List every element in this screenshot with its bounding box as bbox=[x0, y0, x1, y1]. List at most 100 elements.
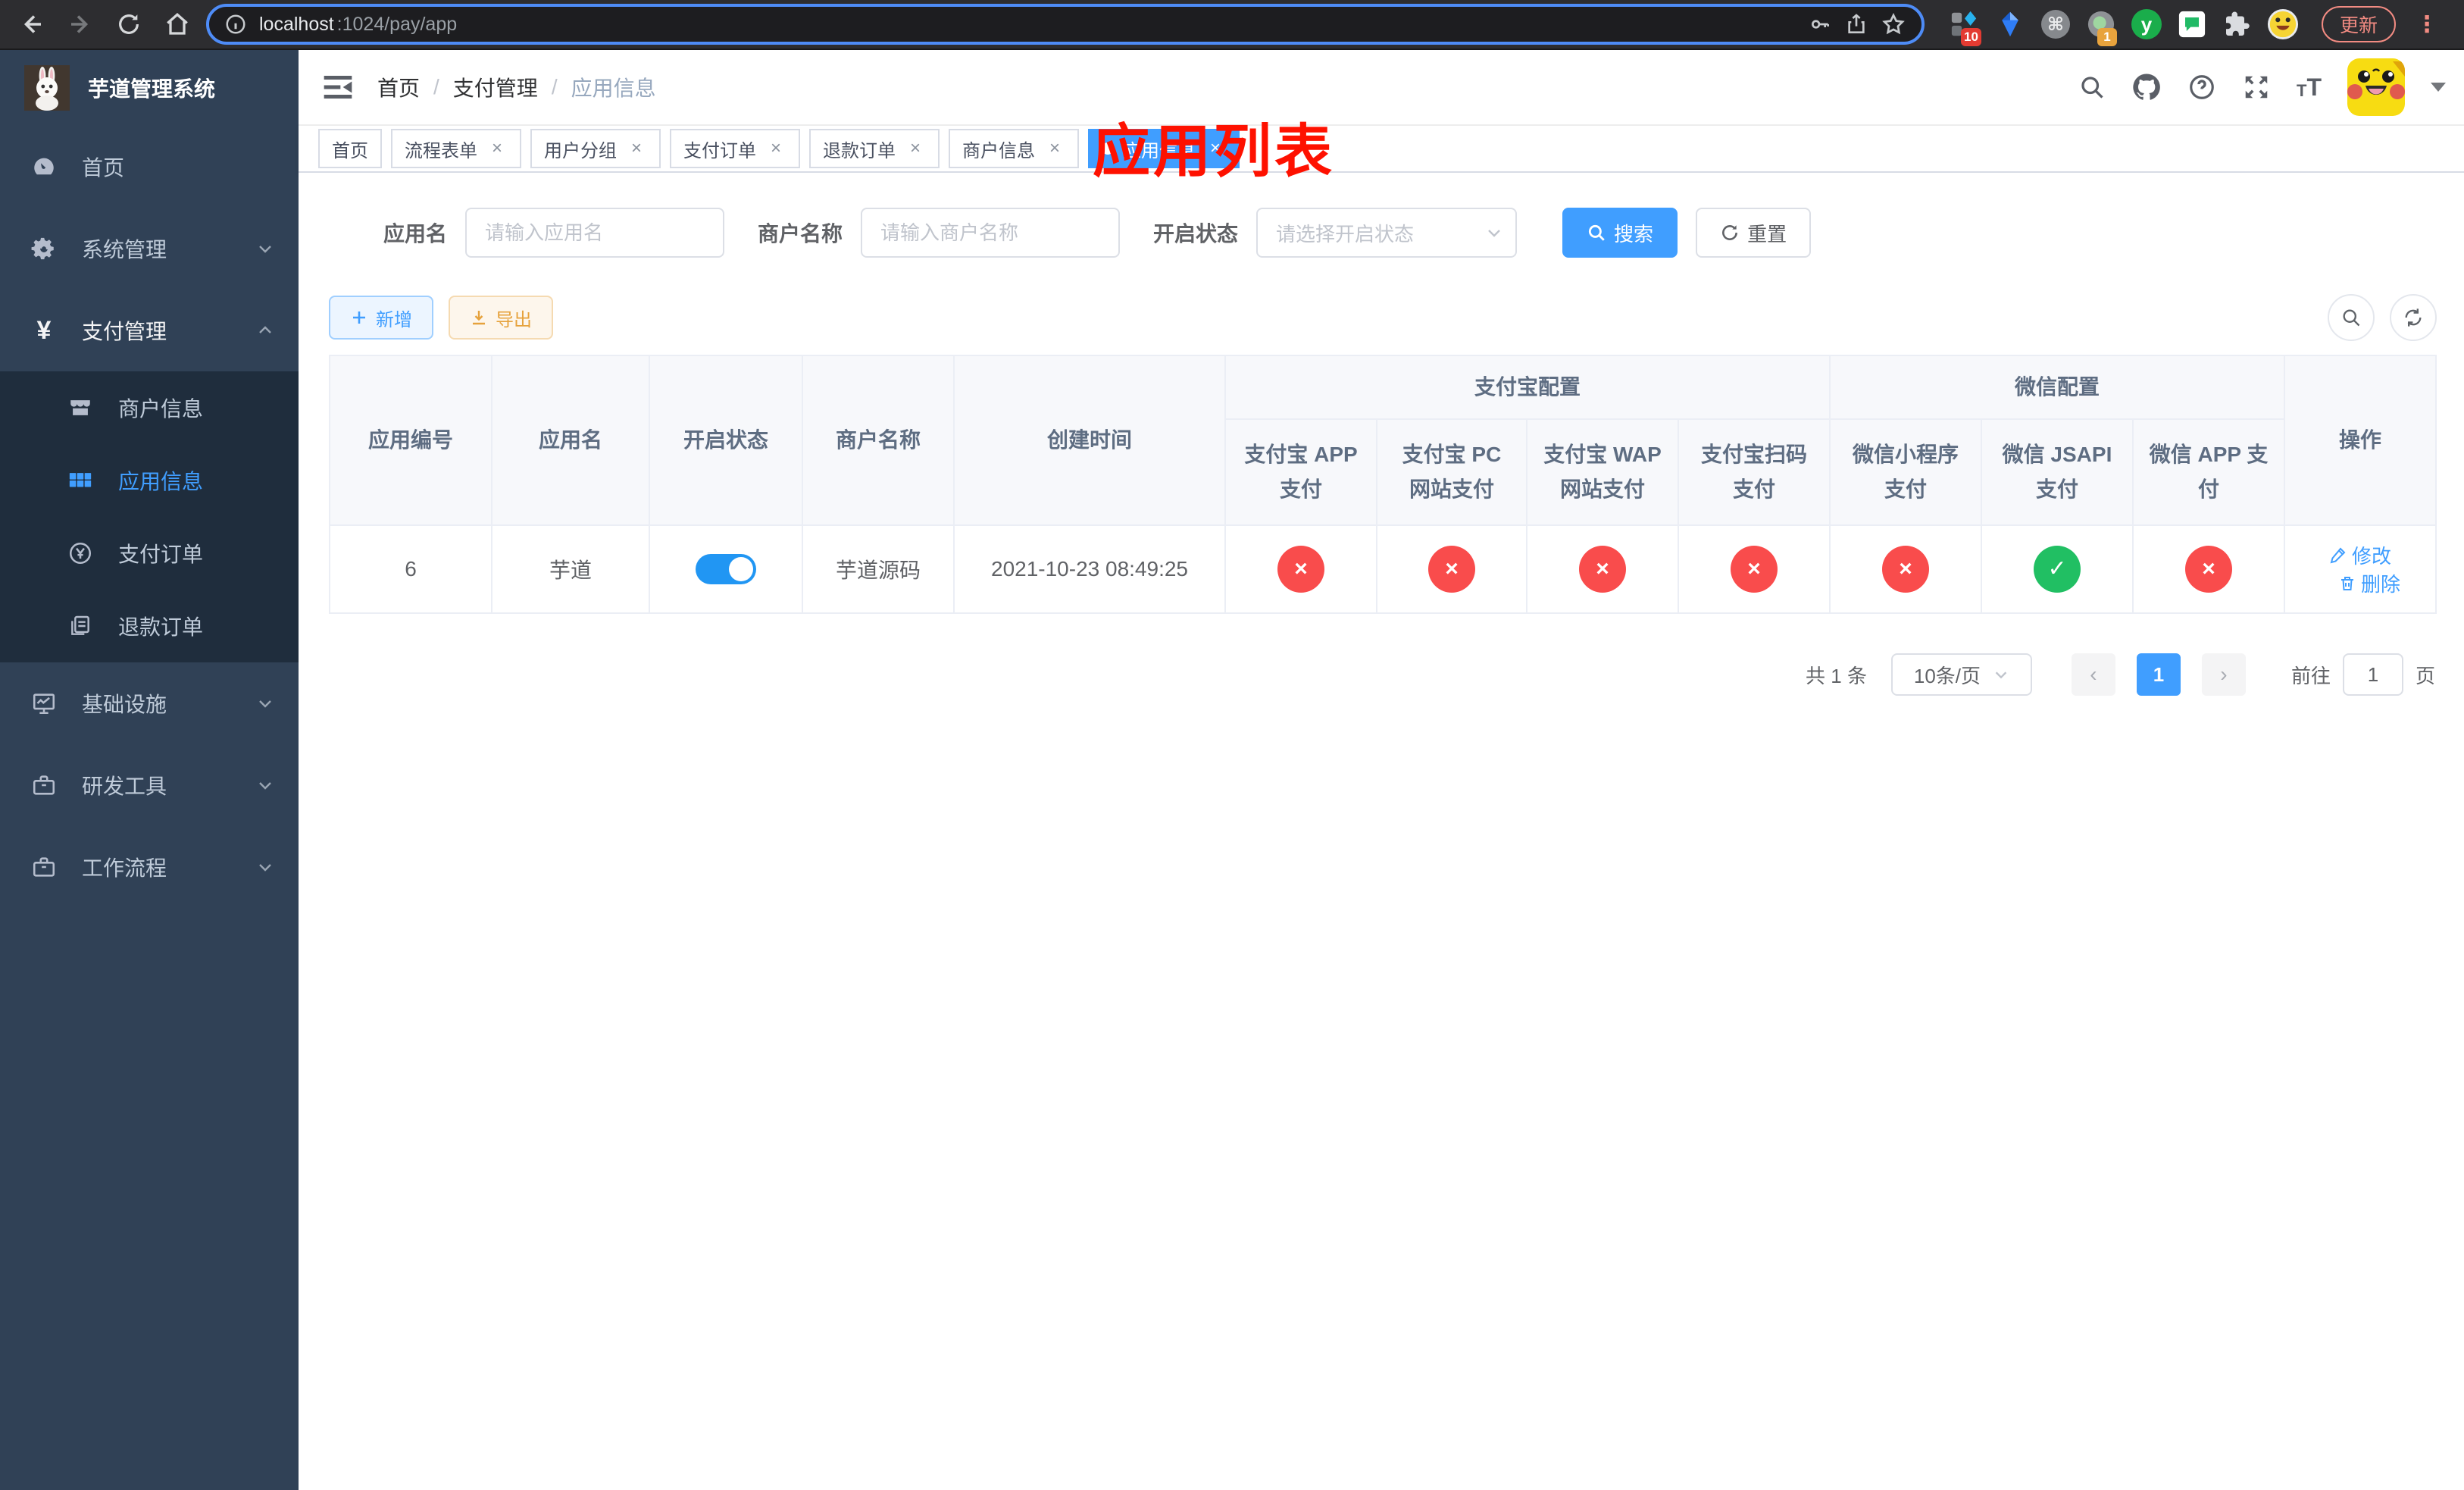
status-label: 开启状态 bbox=[1153, 222, 1239, 246]
pagination: 共 1 条 10条/页 ‹ 1 › 前往 页 bbox=[329, 653, 2435, 696]
close-icon[interactable]: × bbox=[486, 138, 508, 159]
ext-tray-icon[interactable]: 1 bbox=[2085, 8, 2117, 46]
sidebar-item-app-info[interactable]: 应用信息 bbox=[0, 444, 299, 517]
close-icon[interactable]: × bbox=[626, 138, 647, 159]
dashboard-icon bbox=[30, 154, 58, 180]
tag-home[interactable]: 首页 bbox=[318, 129, 382, 168]
next-page-button[interactable]: › bbox=[2201, 653, 2246, 696]
fullscreen-icon[interactable] bbox=[2242, 73, 2271, 102]
user-avatar[interactable] bbox=[2347, 58, 2406, 116]
col-alipay-pc: 支付宝 PC 网站支付 bbox=[1376, 418, 1527, 526]
share-icon[interactable] bbox=[1844, 12, 1868, 36]
edit-link[interactable]: 修改 bbox=[2329, 541, 2391, 569]
site-info-icon[interactable] bbox=[224, 13, 247, 36]
ext-blue-gem-icon[interactable] bbox=[1994, 8, 2026, 40]
bookmark-star-icon[interactable] bbox=[1881, 11, 1906, 37]
sidebar-item-infrastructure[interactable]: 基础设施 bbox=[0, 662, 299, 744]
password-key-icon[interactable] bbox=[1808, 12, 1832, 36]
browser-forward-button[interactable] bbox=[61, 5, 100, 44]
goto-label: 前往 bbox=[2290, 664, 2331, 687]
delete-link[interactable]: 删除 bbox=[2338, 569, 2400, 597]
extensions-puzzle-icon[interactable] bbox=[2222, 8, 2253, 40]
chevron-down-icon bbox=[256, 239, 274, 258]
browser-menu-icon[interactable]: ⋮ bbox=[2409, 11, 2444, 38]
address-bar[interactable]: localhost:1024/pay/app bbox=[206, 4, 1925, 45]
page-number-button[interactable]: 1 bbox=[2136, 653, 2181, 696]
wechat-jsapi-status-icon: ✓ bbox=[2034, 546, 2081, 593]
ext-badge: 1 bbox=[2097, 28, 2117, 46]
help-icon[interactable] bbox=[2187, 73, 2216, 102]
ext-command-icon[interactable]: ⌘ bbox=[2040, 8, 2072, 40]
merchant-name-input[interactable] bbox=[861, 208, 1121, 258]
close-icon[interactable]: × bbox=[1044, 138, 1065, 159]
header-search-icon[interactable] bbox=[2078, 74, 2106, 101]
alipay-wap-status-icon: × bbox=[1579, 546, 1626, 593]
cell-merchant: 芋道源码 bbox=[802, 524, 955, 614]
sidebar-item-home[interactable]: 首页 bbox=[0, 126, 299, 208]
breadcrumb-payment[interactable]: 支付管理 bbox=[453, 72, 538, 102]
sidebar-item-label: 基础设施 bbox=[82, 693, 167, 716]
search-button[interactable]: 搜索 bbox=[1562, 208, 1678, 258]
close-icon[interactable]: × bbox=[905, 138, 926, 159]
ext-chat-icon[interactable] bbox=[2176, 8, 2208, 40]
sidebar-item-label: 工作流程 bbox=[82, 856, 167, 880]
sidebar-item-label: 首页 bbox=[82, 156, 125, 180]
sidebar-item-dev-tools[interactable]: 研发工具 bbox=[0, 744, 299, 826]
group-wechat-config: 微信配置 bbox=[1829, 355, 2286, 420]
export-button[interactable]: 导出 bbox=[449, 296, 553, 340]
sidebar-item-workflow[interactable]: 工作流程 bbox=[0, 826, 299, 908]
app-logo: 芋道管理系统 bbox=[0, 50, 299, 126]
tag-user-group[interactable]: 用户分组 × bbox=[530, 129, 661, 168]
sidebar-item-system[interactable]: 系统管理 bbox=[0, 208, 299, 290]
tag-merchant-info[interactable]: 商户信息 × bbox=[949, 129, 1079, 168]
navbar: 首页 / 支付管理 / 应用信息 TT bbox=[299, 50, 2464, 126]
search-icon bbox=[1588, 224, 1605, 241]
prev-page-button[interactable]: ‹ bbox=[2071, 653, 2115, 696]
tag-process-form[interactable]: 流程表单 × bbox=[391, 129, 521, 168]
sidebar-item-refund-order[interactable]: 退款订单 bbox=[0, 590, 299, 662]
page-size-select[interactable]: 10条/页 bbox=[1890, 653, 2032, 696]
font-size-icon[interactable]: TT bbox=[2297, 75, 2322, 99]
reset-button[interactable]: 重置 bbox=[1696, 208, 1812, 258]
cell-app-name: 芋道 bbox=[491, 524, 650, 614]
sidebar-collapse-icon[interactable] bbox=[323, 74, 353, 101]
tags-view-bar: 首页 流程表单 × 用户分组 × 支付订单 × 退款订单 × 商户信息 × 应用信息 × bbox=[299, 126, 2464, 173]
yen-icon: ¥ bbox=[36, 315, 52, 345]
goto-page-input[interactable] bbox=[2342, 653, 2403, 696]
app-name-input[interactable] bbox=[465, 208, 725, 258]
breadcrumb-home[interactable]: 首页 bbox=[377, 72, 420, 102]
browser-toolbar: localhost:1024/pay/app 10 ⌘ 1 y 更新 ⋮ bbox=[0, 0, 2464, 50]
plus-icon bbox=[353, 311, 365, 324]
browser-reload-button[interactable] bbox=[109, 5, 149, 44]
search-icon bbox=[2343, 309, 2360, 327]
browser-back-button[interactable] bbox=[12, 5, 52, 44]
page-content: 应用名 商户名称 开启状态 请选择开启状态 搜索 重置 bbox=[299, 173, 2464, 1490]
toggle-search-button[interactable] bbox=[2328, 294, 2375, 341]
tag-refund-order[interactable]: 退款订单 × bbox=[809, 129, 940, 168]
refresh-table-button[interactable] bbox=[2390, 294, 2437, 341]
ext-grid-diamond-icon[interactable]: 10 bbox=[1949, 8, 1981, 46]
browser-home-button[interactable] bbox=[158, 5, 197, 44]
tag-pay-order[interactable]: 支付订单 × bbox=[670, 129, 800, 168]
github-icon[interactable] bbox=[2131, 72, 2162, 102]
chevron-down-icon bbox=[256, 776, 274, 794]
col-app-id: 应用编号 bbox=[329, 355, 492, 526]
sidebar-item-payment[interactable]: ¥ 支付管理 bbox=[0, 290, 299, 371]
sidebar-item-merchant-info[interactable]: 商户信息 bbox=[0, 371, 299, 444]
breadcrumb: 首页 / 支付管理 / 应用信息 bbox=[377, 72, 656, 102]
sidebar-item-pay-order[interactable]: 支付订单 bbox=[0, 517, 299, 590]
annotation-title: 应用列表 bbox=[1093, 120, 1335, 184]
profile-avatar-icon[interactable] bbox=[2267, 8, 2299, 40]
sidebar-item-label: 系统管理 bbox=[82, 238, 167, 261]
browser-update-button[interactable]: 更新 bbox=[2322, 6, 2397, 42]
enabled-switch[interactable] bbox=[696, 554, 756, 584]
add-button[interactable]: 新增 bbox=[329, 296, 433, 340]
status-select[interactable]: 请选择开启状态 bbox=[1256, 208, 1518, 258]
close-icon[interactable]: × bbox=[765, 138, 786, 159]
avatar-dropdown-icon[interactable] bbox=[2431, 83, 2447, 99]
col-wechat-jsapi: 微信 JSAPI 支付 bbox=[1981, 418, 2134, 526]
toolbox-icon bbox=[30, 772, 58, 798]
col-operations: 操作 bbox=[2284, 355, 2437, 526]
ext-y-green-icon[interactable]: y bbox=[2131, 8, 2162, 40]
sidebar-item-label: 支付管理 bbox=[82, 320, 167, 343]
